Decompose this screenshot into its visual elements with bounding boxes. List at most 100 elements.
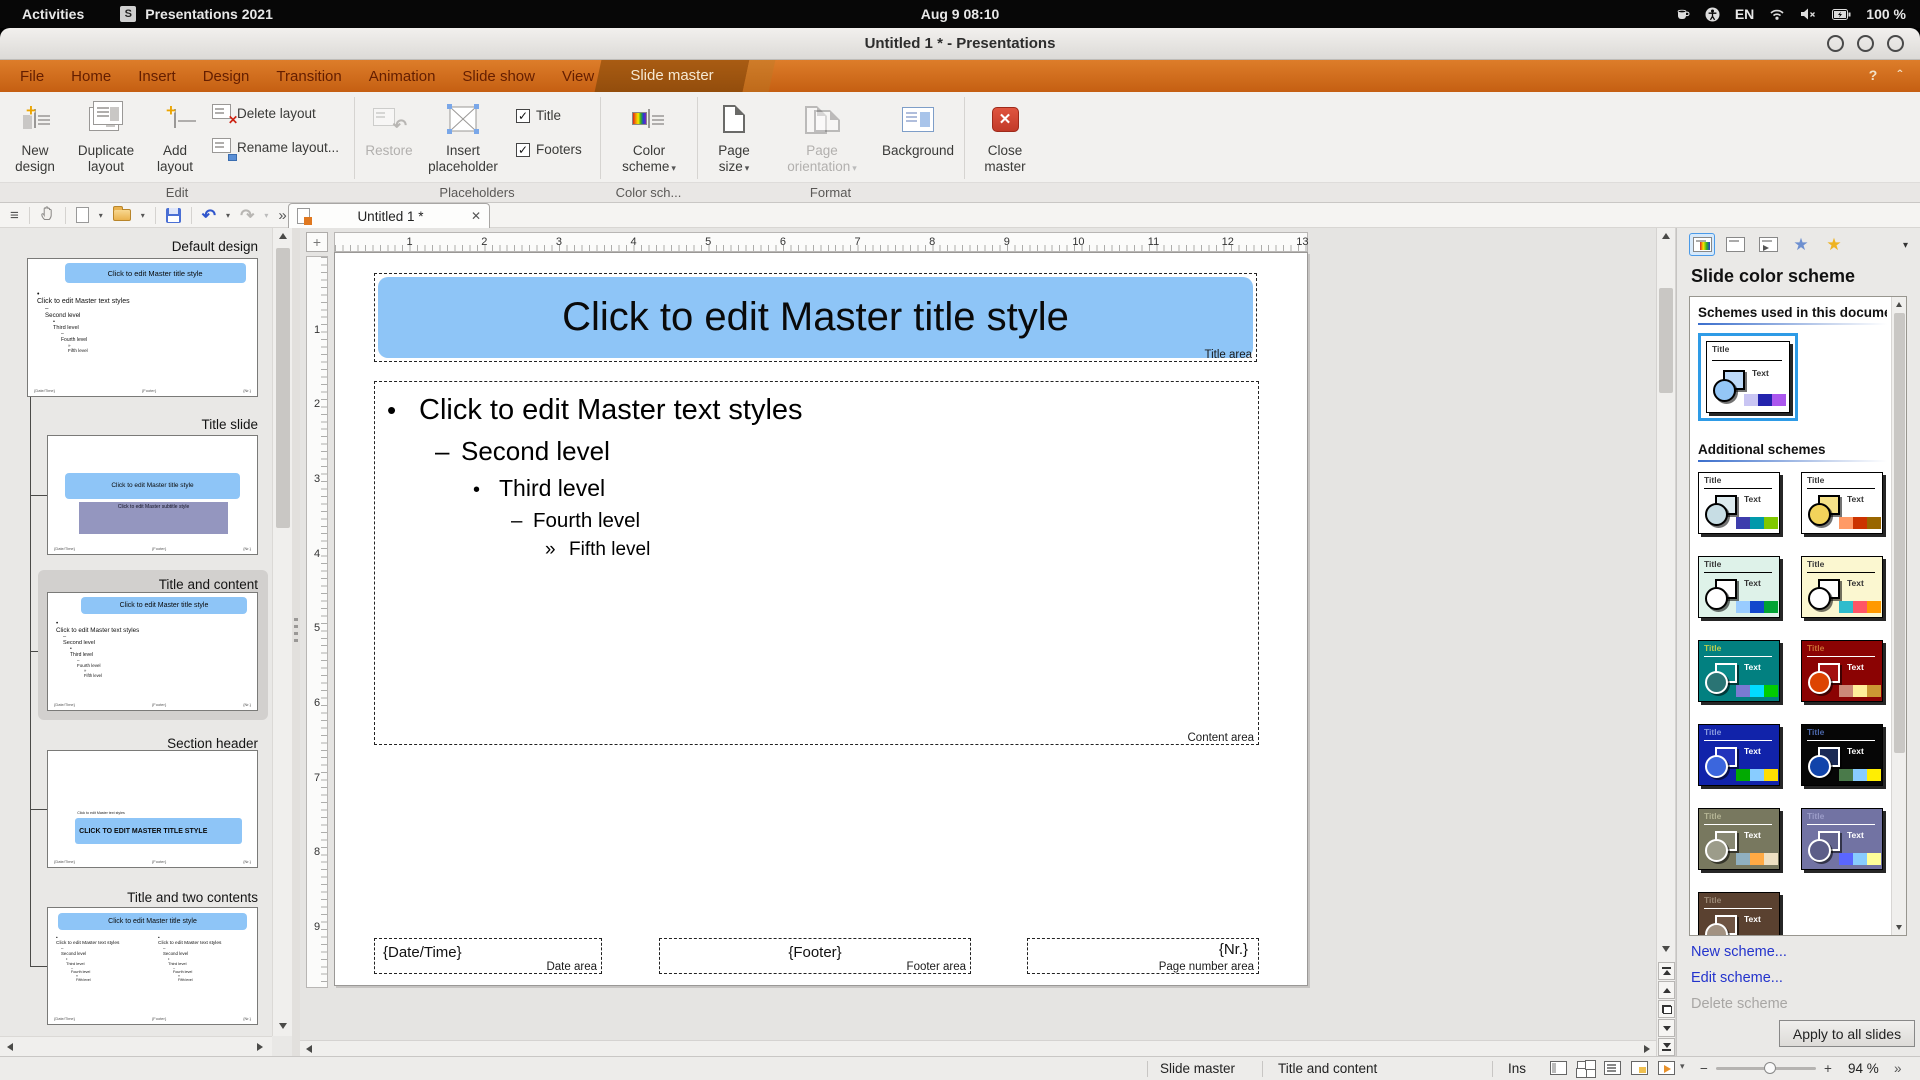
menu-icon[interactable]: ≡ (10, 208, 19, 223)
layout-thumbnail-section-header[interactable]: Click to edit Master text styles CLICK T… (47, 750, 258, 868)
notes-view-icon[interactable] (1631, 1061, 1648, 1075)
scroll-left-icon[interactable] (2, 1039, 18, 1055)
content-area-placeholder[interactable]: • Click to edit Master text styles – Sec… (374, 381, 1259, 745)
zoom-in-icon[interactable]: + (1824, 1061, 1832, 1076)
insert-placeholder-button[interactable]: Insert placeholder (420, 95, 506, 180)
statusbar-zoom-level[interactable]: 94 % (1848, 1061, 1879, 1076)
sidebar-tab-favorites-blue[interactable]: ★ (1788, 233, 1814, 256)
color-scheme-card[interactable]: Title Text (1801, 724, 1883, 786)
master-title-text[interactable]: Click to edit Master title style (378, 277, 1253, 358)
color-scheme-card[interactable]: Title Text (1801, 640, 1883, 702)
color-scheme-button[interactable]: Color scheme▾ (606, 95, 692, 180)
sidebar-tab-color-scheme[interactable] (1689, 233, 1715, 256)
document-tab[interactable]: Untitled 1 * ✕ (288, 203, 490, 228)
first-slide-button[interactable] (1658, 962, 1675, 980)
layout-thumbnail-title-and-two-contents[interactable]: Click to edit Master title style • Click… (47, 907, 258, 1025)
wifi-icon[interactable] (1769, 8, 1785, 20)
minimize-button[interactable] (1827, 35, 1844, 52)
sidebar-tab-insert[interactable] (1755, 233, 1781, 256)
previous-slide-button[interactable] (1658, 981, 1675, 999)
statusbar-insert-mode[interactable]: Ins (1508, 1061, 1526, 1076)
canvas-vertical-scrollbar[interactable] (1656, 228, 1676, 1056)
scroll-right-icon[interactable] (1640, 1042, 1654, 1056)
scroll-left-icon[interactable] (302, 1042, 316, 1056)
scroll-down-icon[interactable] (1892, 920, 1906, 934)
slideshow-view-icon[interactable] (1658, 1061, 1675, 1075)
layout-panel-vertical-scrollbar[interactable] (272, 228, 292, 1036)
statusbar-overflow-icon[interactable]: » (1894, 1061, 1902, 1076)
zoom-slider[interactable] (1716, 1067, 1816, 1070)
close-button[interactable] (1887, 35, 1904, 52)
scrollbar-thumb[interactable] (1659, 288, 1673, 393)
normal-view-icon[interactable] (1550, 1061, 1567, 1075)
color-scheme-card[interactable]: Title Text (1698, 556, 1780, 618)
scroll-up-icon[interactable] (273, 228, 292, 244)
accessibility-icon[interactable] (1705, 7, 1720, 22)
statusbar-view-mode[interactable]: Slide master (1160, 1061, 1235, 1076)
caret-down-icon[interactable]: ▾ (1680, 1061, 1685, 1072)
clock[interactable]: Aug 9 08:10 (0, 6, 1920, 22)
maximize-button[interactable] (1857, 35, 1874, 52)
caret-down-icon[interactable]: ▾ (99, 211, 103, 220)
scroll-up-icon[interactable] (1892, 297, 1906, 311)
title-area-placeholder[interactable]: Click to edit Master title style Title a… (374, 273, 1257, 362)
next-slide-button[interactable] (1658, 1019, 1675, 1037)
layout-thumbnail-title-slide[interactable]: Click to edit Master title style Click t… (47, 435, 258, 555)
new-document-icon[interactable] (76, 207, 89, 223)
apply-to-all-slides-button[interactable]: Apply to all slides (1779, 1020, 1915, 1047)
color-scheme-card-used[interactable]: Title Text (1706, 341, 1790, 413)
scrollbar-thumb[interactable] (1894, 313, 1905, 753)
footer-area-placeholder[interactable]: {Footer} Footer area (659, 938, 971, 974)
ruler-corner-button[interactable]: + (306, 232, 328, 252)
collapse-ribbon-icon[interactable]: ˆ (1897, 67, 1902, 83)
footers-checkbox[interactable]: ✓ Footers (516, 142, 582, 157)
sidebar-tab-layout[interactable] (1722, 233, 1748, 256)
ribbon-tab[interactable]: Home (71, 68, 111, 85)
color-scheme-card[interactable]: Title Text (1698, 640, 1780, 702)
scroll-down-icon[interactable] (1657, 942, 1675, 956)
toolbar-overflow-icon[interactable]: » (278, 208, 286, 223)
delete-layout-button[interactable]: ✕ Delete layout (212, 104, 316, 122)
color-scheme-card[interactable]: Title Text (1698, 472, 1780, 534)
scroll-down-icon[interactable] (273, 1018, 292, 1034)
page-number-area-placeholder[interactable]: {Nr.} Page number area (1027, 938, 1259, 974)
date-area-placeholder[interactable]: {Date/Time} Date area (374, 938, 602, 974)
window-title-bar[interactable]: Untitled 1 * - Presentations (0, 28, 1920, 60)
ribbon-tab[interactable]: Insert (138, 68, 176, 85)
outline-view-icon[interactable] (1604, 1061, 1621, 1075)
color-scheme-card[interactable]: Title Text (1801, 808, 1883, 870)
scroll-right-icon[interactable] (252, 1039, 268, 1055)
ribbon-tab[interactable]: Slide show (462, 68, 535, 85)
duplicate-layout-button[interactable]: Duplicate layout (68, 95, 144, 180)
caret-down-icon[interactable]: ▾ (141, 211, 145, 220)
color-scheme-card[interactable]: Title Text (1698, 892, 1780, 936)
new-design-button[interactable]: + New design (4, 95, 66, 180)
pan-hand-icon[interactable] (40, 205, 55, 226)
add-layout-button[interactable]: + Add layout (146, 95, 204, 180)
scrollbar-thumb[interactable] (276, 248, 290, 528)
title-checkbox[interactable]: ✓ Title (516, 108, 561, 123)
document-tab-close-icon[interactable]: ✕ (471, 209, 481, 223)
battery-icon[interactable] (1832, 9, 1851, 20)
undo-icon[interactable]: ↶ (202, 207, 216, 224)
ribbon-tab[interactable]: Transition (276, 68, 341, 85)
statusbar-layout-name[interactable]: Title and content (1278, 1061, 1377, 1076)
save-icon[interactable] (166, 208, 181, 223)
sidebar-menu-caret-icon[interactable]: ▾ (1903, 240, 1908, 251)
ribbon-tab[interactable]: Design (203, 68, 250, 85)
rename-layout-button[interactable]: Rename layout... (212, 138, 339, 156)
panel-splitter[interactable] (292, 228, 300, 1056)
help-icon[interactable]: ? (1869, 67, 1878, 83)
close-master-button[interactable]: ✕ Close master (972, 95, 1038, 180)
caret-down-icon[interactable]: ▾ (226, 211, 230, 220)
zoom-slider-thumb[interactable] (1764, 1062, 1776, 1074)
canvas-horizontal-scrollbar[interactable] (300, 1040, 1656, 1056)
color-scheme-card[interactable]: Title Text (1801, 556, 1883, 618)
go-to-slide-button[interactable] (1658, 1000, 1675, 1018)
last-slide-button[interactable] (1658, 1038, 1675, 1056)
layout-panel-horizontal-scrollbar[interactable] (0, 1036, 272, 1056)
new-scheme-link[interactable]: New scheme... (1691, 944, 1787, 960)
keyboard-layout-indicator[interactable]: EN (1735, 6, 1754, 22)
ribbon-tab-slide-master[interactable]: Slide master (598, 67, 746, 84)
layout-thumbnail-default-design[interactable]: Click to edit Master title style • Click… (27, 258, 258, 397)
